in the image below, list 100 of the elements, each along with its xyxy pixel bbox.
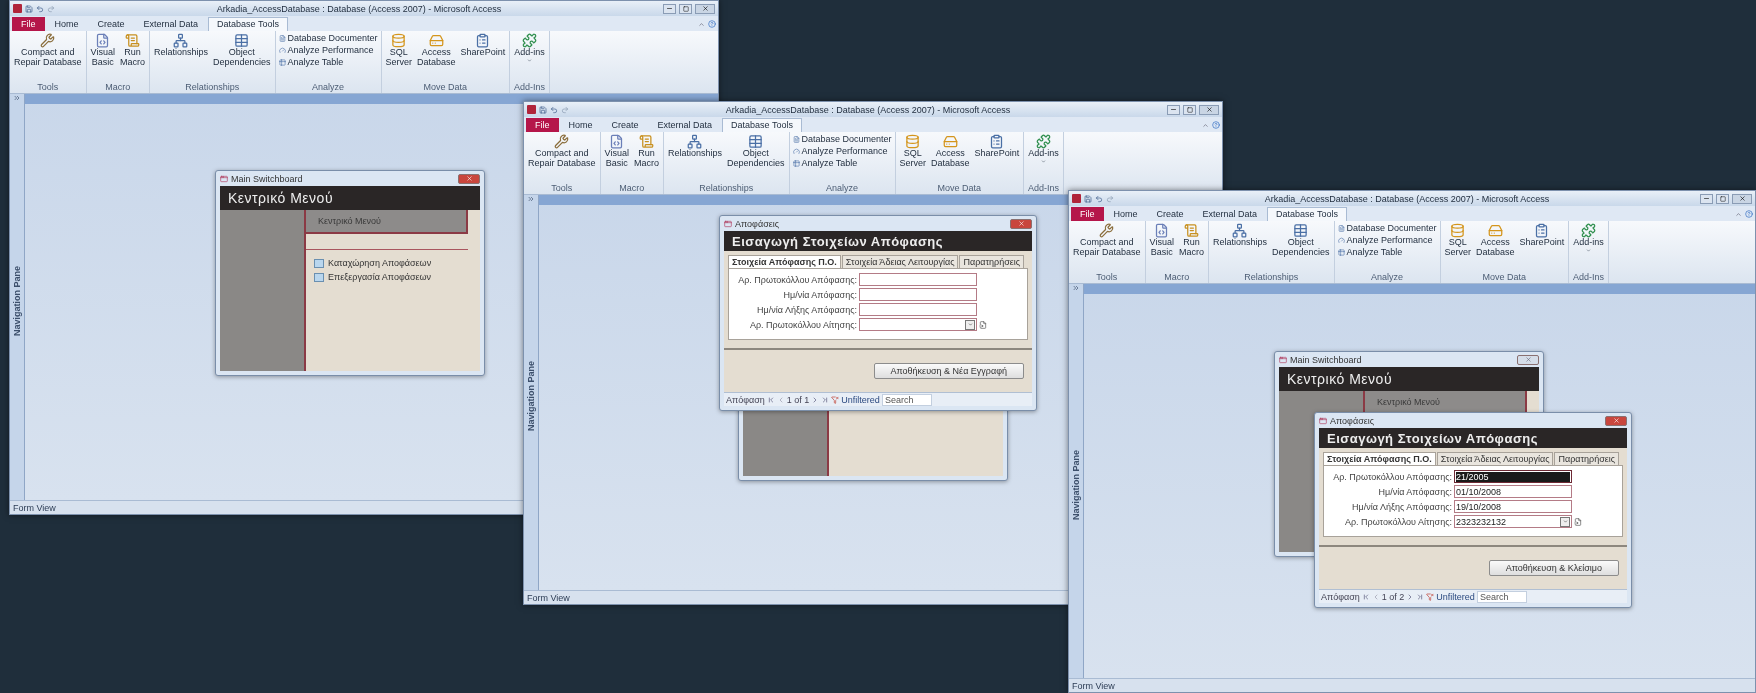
ribbon-button[interactable]: Database Documenter bbox=[1337, 223, 1437, 233]
form-tab[interactable]: Στοιχεία Άδειας Λειτουργίας bbox=[1436, 452, 1554, 465]
ribbon-button[interactable]: Relationships bbox=[666, 134, 723, 159]
input-field[interactable]: 19/10/2008 bbox=[1454, 500, 1572, 513]
form-tab[interactable]: Στοιχεία Απόφασης Π.Ο. bbox=[728, 255, 841, 268]
last-record-button[interactable] bbox=[1416, 592, 1425, 601]
ribbon-button[interactable]: SharePoint bbox=[973, 134, 1021, 159]
form-tab[interactable]: Στοιχεία Άδειας Λειτουργίας bbox=[841, 255, 959, 268]
menu-item[interactable]: Καταχώρηση Αποφάσεων bbox=[306, 256, 480, 270]
ribbon-tab[interactable]: Database Tools bbox=[208, 17, 288, 31]
redo-icon[interactable] bbox=[561, 105, 569, 114]
form-tab[interactable]: Παρατηρήσεις bbox=[1554, 452, 1620, 465]
ribbon-tab[interactable]: External Data bbox=[134, 17, 208, 31]
minimize-button[interactable] bbox=[1700, 193, 1713, 204]
minimize-button[interactable] bbox=[1167, 104, 1180, 115]
expand-icon[interactable] bbox=[527, 195, 535, 203]
ribbon-button[interactable]: SQL Server bbox=[1443, 223, 1473, 258]
ribbon-button[interactable]: Run Macro bbox=[1177, 223, 1205, 258]
redo-icon[interactable] bbox=[1106, 194, 1114, 203]
undo-icon[interactable] bbox=[1095, 194, 1103, 203]
maximize-button[interactable] bbox=[1716, 193, 1729, 204]
maximize-button[interactable] bbox=[679, 3, 692, 14]
ribbon-button[interactable]: SharePoint bbox=[459, 33, 507, 58]
ribbon-button[interactable]: Database Documenter bbox=[792, 134, 892, 144]
input-field[interactable]: 21/2005 bbox=[1454, 470, 1572, 483]
ribbon-tab[interactable]: Create bbox=[1147, 207, 1193, 221]
ribbon-button[interactable]: Object Dependencies bbox=[1270, 223, 1331, 258]
maximize-button[interactable] bbox=[1183, 104, 1196, 115]
ribbon-button[interactable]: Analyze Performance bbox=[792, 146, 888, 156]
close-button[interactable] bbox=[1517, 354, 1539, 365]
ribbon-button[interactable]: Object Dependencies bbox=[725, 134, 786, 169]
last-record-button[interactable] bbox=[821, 395, 830, 404]
ribbon-tab[interactable]: Database Tools bbox=[722, 118, 802, 132]
ribbon-tab[interactable]: File bbox=[1071, 207, 1104, 221]
close-button[interactable] bbox=[695, 3, 715, 14]
dropdown-button[interactable] bbox=[1560, 516, 1570, 527]
ribbon-button[interactable]: Compact and Repair Database bbox=[527, 134, 597, 169]
menu-item[interactable]: Επεξεργασία Αποφάσεων bbox=[306, 270, 480, 284]
ribbon-tab[interactable]: Create bbox=[602, 118, 648, 132]
redo-icon[interactable] bbox=[47, 4, 55, 13]
ribbon-button[interactable]: SQL Server bbox=[898, 134, 928, 169]
ribbon-button[interactable]: Access Database bbox=[930, 134, 971, 169]
input-field[interactable] bbox=[859, 288, 977, 301]
ribbon-button[interactable]: SQL Server bbox=[384, 33, 414, 68]
form-button-icon[interactable] bbox=[1574, 517, 1582, 526]
undo-icon[interactable] bbox=[550, 105, 558, 114]
first-record-button[interactable] bbox=[766, 395, 775, 404]
help-icon[interactable] bbox=[1745, 210, 1753, 218]
ribbon-tab[interactable]: External Data bbox=[648, 118, 722, 132]
collapse-icon[interactable] bbox=[1735, 210, 1742, 218]
ribbon-button[interactable]: Visual Basic bbox=[603, 134, 630, 169]
ribbon-tab[interactable]: Create bbox=[88, 17, 134, 31]
ribbon-button[interactable]: Run Macro bbox=[632, 134, 660, 169]
ribbon-tab[interactable]: Home bbox=[559, 118, 602, 132]
input-field[interactable] bbox=[859, 303, 977, 316]
close-button[interactable] bbox=[1732, 193, 1752, 204]
expand-icon[interactable] bbox=[13, 94, 21, 102]
search-field[interactable]: Search bbox=[881, 393, 932, 406]
dropdown-button[interactable] bbox=[965, 319, 975, 330]
ribbon-button[interactable]: Visual Basic bbox=[1148, 223, 1175, 258]
ribbon-button[interactable]: Access Database bbox=[416, 33, 457, 68]
close-button[interactable] bbox=[1010, 218, 1032, 229]
ribbon-button[interactable]: Relationships bbox=[1211, 223, 1268, 248]
ribbon-button[interactable]: Compact and Repair Database bbox=[1072, 223, 1142, 258]
ribbon-button[interactable]: Add-ins bbox=[513, 33, 546, 63]
ribbon-button[interactable]: Run Macro bbox=[118, 33, 146, 68]
collapse-icon[interactable] bbox=[1202, 121, 1209, 129]
ribbon-button[interactable]: Compact and Repair Database bbox=[13, 33, 83, 68]
combo-box[interactable] bbox=[859, 318, 977, 331]
ribbon-button[interactable]: SharePoint bbox=[1518, 223, 1566, 248]
save-icon[interactable] bbox=[1084, 194, 1092, 203]
minimize-button[interactable] bbox=[663, 3, 676, 14]
save-icon[interactable] bbox=[25, 4, 33, 13]
save-button[interactable]: Αποθήκευση & Κλείσιμο bbox=[1488, 560, 1619, 576]
ribbon-button[interactable]: Access Database bbox=[1475, 223, 1516, 258]
expand-icon[interactable] bbox=[1072, 284, 1080, 292]
help-icon[interactable] bbox=[708, 20, 716, 28]
ribbon-tab[interactable]: Database Tools bbox=[1267, 207, 1347, 221]
ribbon-button[interactable]: Add-ins bbox=[1027, 134, 1060, 164]
input-field[interactable]: 01/10/2008 bbox=[1454, 485, 1572, 498]
ribbon-button[interactable]: Analyze Table bbox=[792, 158, 858, 168]
ribbon-button[interactable]: Object Dependencies bbox=[211, 33, 272, 68]
ribbon-button[interactable]: Relationships bbox=[152, 33, 209, 58]
close-button[interactable] bbox=[1605, 415, 1627, 426]
save-button[interactable]: Αποθήκευση & Νέα Εγγραφή bbox=[873, 363, 1024, 379]
close-button[interactable] bbox=[1199, 104, 1219, 115]
first-record-button[interactable] bbox=[1361, 592, 1370, 601]
form-button-icon[interactable] bbox=[979, 320, 987, 329]
input-field[interactable] bbox=[859, 273, 977, 286]
ribbon-button[interactable]: Analyze Table bbox=[1337, 247, 1403, 257]
ribbon-tab[interactable]: Home bbox=[45, 17, 88, 31]
ribbon-button[interactable]: Analyze Performance bbox=[278, 45, 374, 55]
combo-box[interactable]: 2323232132 bbox=[1454, 515, 1572, 528]
close-button[interactable] bbox=[458, 173, 480, 184]
search-field[interactable]: Search bbox=[1476, 590, 1527, 603]
filter-button[interactable] bbox=[1426, 592, 1435, 601]
save-icon[interactable] bbox=[539, 105, 547, 114]
ribbon-tab[interactable]: Home bbox=[1104, 207, 1147, 221]
ribbon-tab[interactable]: File bbox=[12, 17, 45, 31]
ribbon-button[interactable]: Add-ins bbox=[1572, 223, 1605, 253]
